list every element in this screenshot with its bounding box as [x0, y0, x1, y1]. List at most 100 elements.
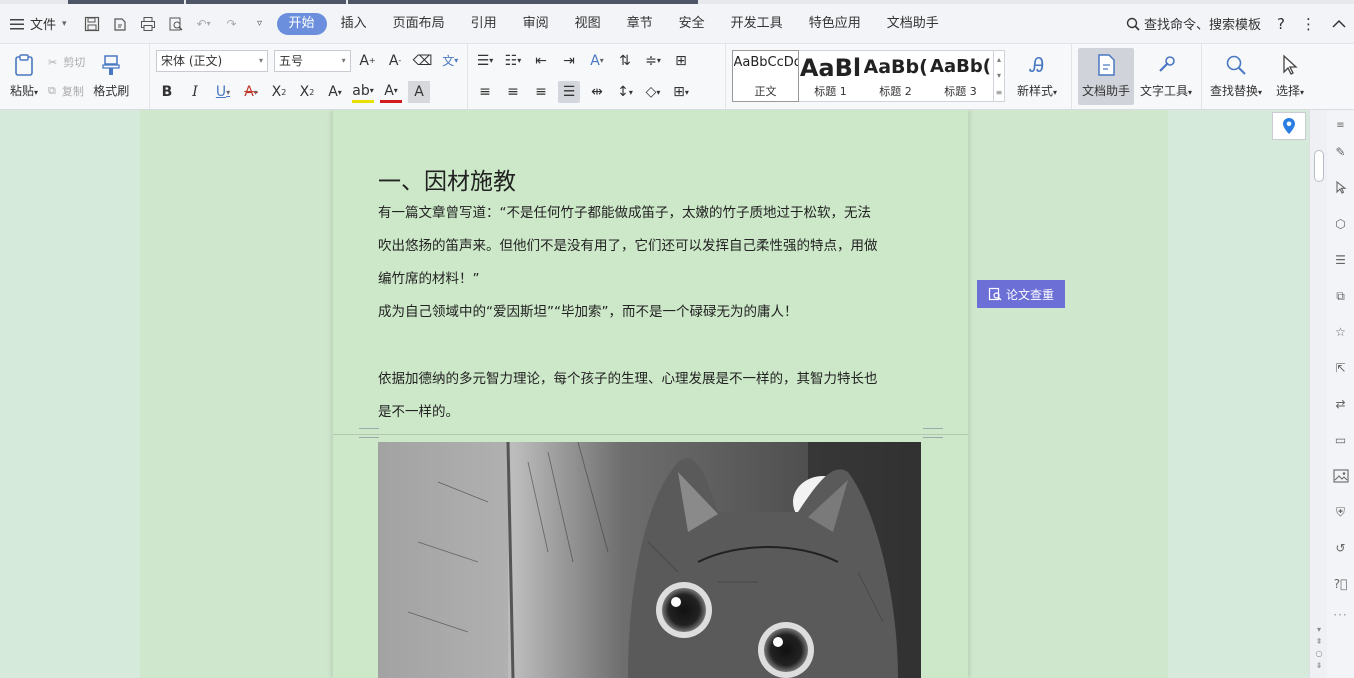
justify-icon[interactable]: ☰	[558, 81, 580, 104]
format-painter-icon	[98, 52, 124, 78]
customize-toolbar-icon[interactable]: ▿	[251, 15, 269, 33]
line-spacing-adjust-icon[interactable]: ≑ ▾	[642, 50, 664, 72]
numbered-list-icon[interactable]: ☷ ▾	[502, 50, 524, 72]
scroll-down-arrow-icon[interactable]: ▾	[1317, 625, 1321, 634]
tab-page-layout[interactable]: 页面布局	[381, 13, 457, 35]
command-search[interactable]: 查找命令、搜索模板	[1126, 14, 1261, 33]
select-button[interactable]: 选择▾	[1270, 48, 1310, 105]
adjust-settings-icon[interactable]: ☰	[1327, 242, 1354, 278]
underline-icon[interactable]: U ▾	[212, 81, 234, 103]
subscript-icon[interactable]: X2	[296, 81, 318, 103]
style-gallery: AaBbCcDd 正文 AaBl 标题 1 AaBb( 标题 2 AaBb( 标…	[732, 50, 1005, 102]
tab-references[interactable]: 引用	[459, 13, 509, 35]
translate-icon[interactable]: ⇄	[1327, 386, 1354, 422]
tab-review[interactable]: 审阅	[511, 13, 561, 35]
prev-page-icon[interactable]: ⇞	[1316, 637, 1323, 646]
align-left-icon[interactable]: ≡	[474, 81, 496, 103]
output-pdf-icon[interactable]	[111, 15, 129, 33]
copy-button[interactable]: ⧉ 复制	[48, 78, 85, 104]
tab-security[interactable]: 安全	[667, 13, 717, 35]
vertical-scrollbar[interactable]: ▾ ⇞ ○ ⇟	[1309, 110, 1327, 678]
font-color-icon[interactable]: A ▾	[380, 81, 402, 104]
increase-font-icon[interactable]: A +	[357, 50, 379, 72]
decrease-indent-icon[interactable]: ⇤	[530, 50, 552, 72]
select-browse-object-icon[interactable]: ○	[1316, 649, 1323, 658]
style-heading-3[interactable]: AaBb( 标题 3	[928, 51, 993, 101]
tab-view[interactable]: 视图	[563, 13, 613, 35]
scrollbar-thumb[interactable]	[1314, 150, 1324, 182]
quick-access-toolbar: ↶ ▾ ↷ ▿	[83, 15, 269, 33]
align-center-icon[interactable]: ≡	[502, 81, 524, 103]
line-spacing-icon[interactable]: ↕ ▾	[614, 81, 636, 103]
cut-button[interactable]: ✂ 剪切	[48, 49, 85, 75]
distributed-icon[interactable]: ⇹	[586, 81, 608, 103]
archive-box-icon[interactable]: ▭	[1327, 422, 1354, 458]
text-effect-icon[interactable]: A ▾	[324, 81, 346, 103]
undo-icon[interactable]: ↶ ▾	[195, 15, 213, 33]
font-name-select[interactable]: 宋体 (正文) ▾	[156, 49, 268, 72]
plagiarism-check-button[interactable]: 论文查重	[977, 280, 1065, 308]
char-shading-icon[interactable]: A	[408, 81, 430, 104]
file-menu[interactable]: 文件 ▾	[2, 10, 75, 38]
font-size-select[interactable]: 五号 ▾	[274, 49, 351, 72]
paste-button[interactable]: 粘贴▾	[4, 48, 44, 105]
cat-sketch-image[interactable]	[378, 442, 921, 678]
tab-chapter[interactable]: 章节	[615, 13, 665, 35]
text-tools-button[interactable]: 文字工具▾	[1138, 48, 1194, 105]
sidebar-collapse-icon[interactable]: ≡	[1327, 116, 1354, 134]
tab-special-apps[interactable]: 特色应用	[797, 13, 873, 35]
more-options-icon[interactable]: ⋮	[1301, 15, 1316, 33]
clear-format-icon[interactable]: ⌫	[412, 50, 434, 72]
sort-icon[interactable]: ⇅	[614, 50, 636, 72]
style-heading-2[interactable]: AaBb( 标题 2	[863, 51, 928, 101]
borders-icon[interactable]: ⊞ ▾	[670, 81, 692, 103]
tab-insert[interactable]: 插入	[329, 13, 379, 35]
paste-icon	[11, 52, 37, 78]
align-right-icon[interactable]: ≡	[530, 81, 552, 103]
image-icon[interactable]	[1327, 458, 1354, 494]
increase-indent-icon[interactable]: ⇥	[558, 50, 580, 72]
bold-icon[interactable]: B	[156, 81, 178, 103]
strikethrough-icon[interactable]: A ▾	[240, 81, 262, 103]
document-backup-icon[interactable]: ⧉	[1327, 278, 1354, 314]
new-style-button[interactable]: Ꭿ 新样式▾	[1009, 48, 1065, 105]
superscript-icon[interactable]: X2	[268, 81, 290, 103]
decrease-font-icon[interactable]: A-	[384, 50, 406, 72]
more-tools-icon[interactable]: ···	[1333, 608, 1347, 622]
next-page-icon[interactable]: ⇟	[1316, 661, 1323, 670]
collapse-ribbon-icon[interactable]	[1332, 19, 1346, 29]
tab-doc-assistant[interactable]: 文档助手	[875, 13, 951, 35]
chinese-layout-icon[interactable]: A ▾	[586, 50, 608, 72]
bullet-list-icon[interactable]: ☰ ▾	[474, 50, 496, 72]
show-marks-icon[interactable]: ⊞	[670, 50, 692, 72]
tab-home[interactable]: 开始	[276, 12, 327, 35]
phonetic-guide-icon[interactable]: 文 ▾	[439, 50, 461, 72]
navigation-pin-button[interactable]	[1272, 112, 1306, 140]
redo-icon[interactable]: ↷	[223, 15, 241, 33]
help-icon[interactable]: ?	[1277, 15, 1285, 33]
style-gallery-scroll[interactable]: ▴ ▾ ≡	[993, 51, 1004, 101]
print-preview-icon[interactable]	[167, 15, 185, 33]
style-heading-1[interactable]: AaBl 标题 1	[798, 51, 863, 101]
share-export-icon[interactable]: ⇱	[1327, 350, 1354, 386]
shield-security-icon[interactable]: ⛨	[1327, 494, 1354, 530]
style-normal[interactable]: AaBbCcDd 正文	[732, 50, 799, 102]
pointer-select-icon[interactable]	[1327, 170, 1354, 206]
tab-developer[interactable]: 开发工具	[719, 13, 795, 35]
shading-icon[interactable]: ◇ ▾	[642, 81, 664, 103]
section-heading: 一、因材施教	[378, 169, 516, 195]
find-replace-button[interactable]: 查找替换▾	[1208, 48, 1264, 105]
format-painter-button[interactable]: 格式刷	[89, 48, 133, 105]
star-favorite-icon[interactable]: ☆	[1327, 314, 1354, 350]
print-icon[interactable]	[139, 15, 157, 33]
italic-icon[interactable]: I	[184, 81, 206, 103]
save-icon[interactable]	[83, 15, 101, 33]
document-page[interactable]: 一、因材施教 有一篇文章曾写道：“不是任何竹子都能做成笛子，太嫩的竹子质地过于松…	[333, 110, 968, 678]
shapes-icon[interactable]: ⬡	[1327, 206, 1354, 242]
pen-edit-icon[interactable]: ✎	[1327, 134, 1354, 170]
history-icon[interactable]: ↺	[1327, 530, 1354, 566]
help-circle-icon[interactable]: ?⃝	[1327, 566, 1354, 602]
wrench-icon	[1153, 52, 1179, 78]
doc-assistant-button[interactable]: 文档助手	[1078, 48, 1134, 105]
highlight-icon[interactable]: ab ▾	[352, 81, 374, 104]
